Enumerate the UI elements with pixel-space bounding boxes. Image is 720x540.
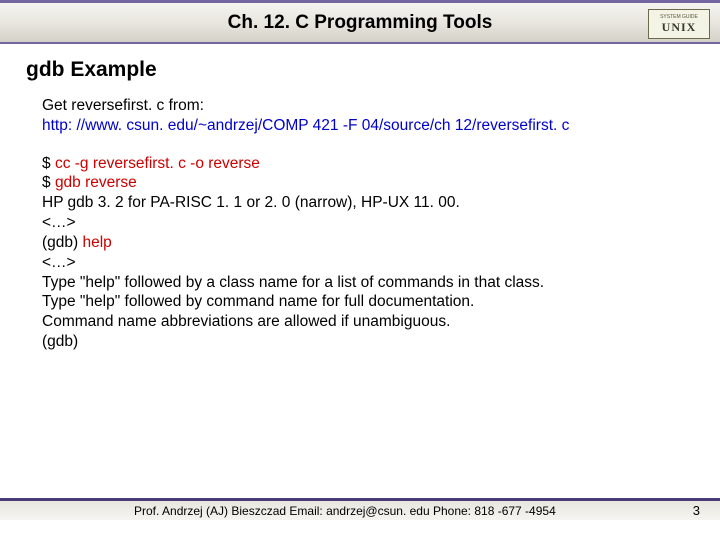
footer-bar: Prof. Andrzej (AJ) Bieszczad Email: andr… (0, 498, 720, 520)
slide-content: Get reversefirst. c from: http: //www. c… (28, 96, 692, 352)
terminal-line-6: <…> (42, 253, 692, 273)
command-gdb: gdb reverse (55, 174, 137, 191)
intro-line: Get reversefirst. c from: (42, 96, 692, 116)
page-number: 3 (693, 503, 700, 518)
command-help: help (83, 234, 112, 251)
terminal-line-5: (gdb) help (42, 233, 692, 253)
logo-big-text: UNIX (662, 20, 697, 35)
header-bar: Ch. 12. C Programming Tools SYSTEM GUIDE… (0, 0, 720, 44)
unix-logo: SYSTEM GUIDE UNIX (648, 9, 710, 39)
slide-body: gdb Example Get reversefirst. c from: ht… (0, 44, 720, 352)
terminal-line-10: (gdb) (42, 332, 692, 352)
terminal-line-9: Command name abbreviations are allowed i… (42, 312, 692, 332)
footer-text: Prof. Andrzej (AJ) Bieszczad Email: andr… (134, 504, 556, 518)
terminal-line-7: Type "help" followed by a class name for… (42, 273, 692, 293)
slide-heading: gdb Example (26, 58, 692, 82)
chapter-title: Ch. 12. C Programming Tools (228, 12, 493, 34)
source-url: http: //www. csun. edu/~andrzej/COMP 421… (42, 116, 692, 136)
terminal-line-2: $ gdb reverse (42, 173, 692, 193)
terminal-line-1: $ cc -g reversefirst. c -o reverse (42, 154, 692, 174)
terminal-line-8: Type "help" followed by command name for… (42, 292, 692, 312)
terminal-line-3: HP gdb 3. 2 for PA-RISC 1. 1 or 2. 0 (na… (42, 193, 692, 213)
command-cc: cc -g reversefirst. c -o reverse (55, 155, 260, 172)
terminal-line-4: <…> (42, 213, 692, 233)
